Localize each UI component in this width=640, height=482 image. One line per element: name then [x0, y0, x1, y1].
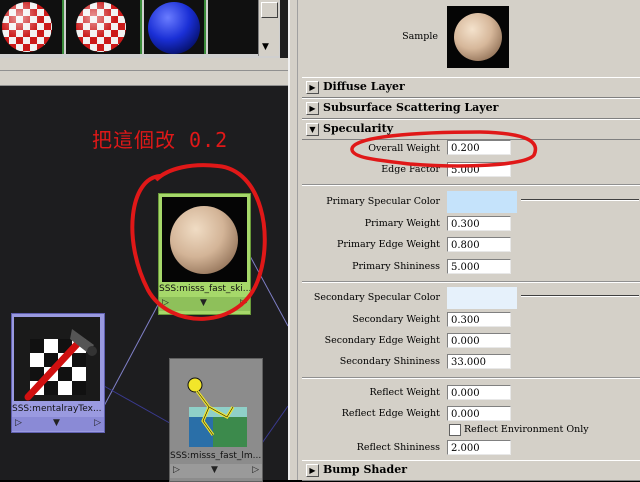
- sample-label: Sample: [402, 31, 438, 42]
- section-bump-shader[interactable]: ▶ Bump Shader: [302, 460, 640, 481]
- connection-line: [259, 405, 288, 447]
- attribute-editor: Sample ▶ Diffuse Layer ▶ Subsurface Scat…: [288, 0, 640, 481]
- connection-line: [249, 255, 288, 327]
- section-subsurface-layer[interactable]: ▶ Subsurface Scattering Layer: [302, 98, 640, 119]
- primary-shininess-label: Primary Shininess: [352, 261, 440, 272]
- output-port-icon[interactable]: ▷: [240, 298, 247, 308]
- expand-arrow-icon[interactable]: ▶: [306, 102, 319, 115]
- material-swatch[interactable]: [66, 0, 142, 54]
- primary-specular-color-slider[interactable]: [521, 199, 639, 201]
- node-label: SSS:mentalrayTex...: [12, 404, 102, 414]
- skin-preview: [162, 197, 247, 282]
- sample-swatch: [447, 6, 509, 68]
- reflect-weight-field[interactable]: 0.000: [447, 385, 511, 400]
- secondary-specular-color-swatch[interactable]: [447, 287, 517, 309]
- checker-ball-icon: [2, 2, 52, 52]
- sample-ball-icon: [454, 13, 502, 61]
- hypershade-panel: ▼ 把這個改 0.2 SSS:misss_fast_ski... ▷ ▼ ▷ S…: [0, 0, 288, 482]
- secondary-weight-label: Secondary Weight: [352, 314, 440, 325]
- expand-icon[interactable]: ▼: [211, 465, 218, 475]
- scroll-thumb[interactable]: [261, 2, 278, 18]
- collapse-arrow-icon[interactable]: ▼: [306, 123, 319, 136]
- material-swatch-strip: ▼: [0, 0, 280, 58]
- skin-ball-icon: [170, 206, 238, 274]
- node-port-bar[interactable]: ▷ ▼ ▷: [170, 464, 262, 478]
- divider: [302, 377, 640, 379]
- mentalray-texture-node[interactable]: SSS:mentalrayTex... ▷ ▼ ▷: [11, 313, 105, 433]
- overall-weight-field[interactable]: 0.200: [447, 140, 511, 155]
- edge-factor-label: Edge Factor: [381, 164, 440, 175]
- scroll-down-icon[interactable]: ▼: [262, 42, 269, 52]
- section-title: Bump Shader: [323, 463, 408, 476]
- sss-skin-node[interactable]: SSS:misss_fast_ski... ▷ ▼ ▷: [158, 193, 251, 315]
- secondary-edge-weight-label: Secondary Edge Weight: [324, 335, 440, 346]
- divider: [302, 281, 640, 283]
- secondary-specular-color-slider[interactable]: [521, 295, 639, 297]
- secondary-shininess-field[interactable]: 33.000: [447, 354, 511, 369]
- input-port-icon[interactable]: ▷: [15, 418, 22, 428]
- sss-lightmap-node[interactable]: SSS:misss_fast_lm... ▷ ▼ ▷: [169, 358, 263, 482]
- node-label: SSS:misss_fast_ski...: [159, 284, 250, 294]
- input-port-icon[interactable]: ▷: [173, 465, 180, 475]
- section-diffuse-layer[interactable]: ▶ Diffuse Layer: [302, 77, 640, 98]
- checker-brush-icon: [24, 329, 97, 401]
- reflect-environment-only-checkbox[interactable]: [449, 424, 461, 436]
- section-title: Subsurface Scattering Layer: [323, 101, 499, 114]
- section-specularity[interactable]: ▼ Specularity: [302, 119, 640, 140]
- secondary-weight-field[interactable]: 0.300: [447, 312, 511, 327]
- section-title: Diffuse Layer: [323, 80, 405, 93]
- reflect-shininess-label: Reflect Shininess: [356, 442, 440, 453]
- input-port-icon[interactable]: ▷: [162, 298, 169, 308]
- blue-ball-icon: [148, 2, 200, 54]
- reflect-shininess-field[interactable]: 2.000: [447, 440, 511, 455]
- tab-separator: [0, 70, 288, 86]
- node-port-bar[interactable]: ▷ ▼ ▷: [159, 297, 250, 311]
- output-port-icon[interactable]: ▷: [94, 418, 101, 428]
- node-label: SSS:misss_fast_lm...: [170, 451, 262, 461]
- output-port-icon[interactable]: ▷: [252, 465, 259, 475]
- expand-icon[interactable]: ▼: [53, 418, 60, 428]
- overall-weight-label: Overall Weight: [368, 143, 440, 154]
- divider: [302, 184, 640, 186]
- node-port-bar[interactable]: ▷ ▼ ▷: [12, 417, 104, 431]
- reflect-environment-only-label: Reflect Environment Only: [464, 424, 589, 435]
- lightmap-icon: [187, 377, 247, 447]
- reflect-edge-weight-label: Reflect Edge Weight: [341, 408, 440, 419]
- secondary-specular-color-label: Secondary Specular Color: [313, 292, 440, 303]
- primary-specular-color-swatch[interactable]: [447, 191, 517, 213]
- section-title: Specularity: [323, 122, 394, 135]
- primary-edge-weight-field[interactable]: 0.800: [447, 237, 511, 252]
- secondary-shininess-label: Secondary Shininess: [339, 356, 440, 367]
- material-swatch[interactable]: [144, 0, 206, 54]
- primary-weight-field[interactable]: 0.300: [447, 216, 511, 231]
- checker-ball-icon: [76, 2, 126, 52]
- lightmap-preview: [173, 361, 259, 449]
- edge-factor-field[interactable]: 5.000: [447, 162, 511, 177]
- swatch-scrollbar[interactable]: ▼: [258, 0, 279, 56]
- connection-line: [103, 385, 176, 427]
- reflect-edge-weight-field[interactable]: 0.000: [447, 406, 511, 421]
- expand-arrow-icon[interactable]: ▶: [306, 464, 319, 477]
- primary-specular-color-label: Primary Specular Color: [326, 196, 440, 207]
- material-swatch[interactable]: [0, 0, 64, 54]
- divider: [0, 58, 288, 70]
- primary-shininess-field[interactable]: 5.000: [447, 259, 511, 274]
- primary-weight-label: Primary Weight: [364, 218, 440, 229]
- texture-preview: [14, 317, 100, 401]
- expand-icon[interactable]: ▼: [200, 298, 207, 308]
- primary-edge-weight-label: Primary Edge Weight: [337, 239, 440, 250]
- reflect-weight-label: Reflect Weight: [369, 387, 440, 398]
- expand-arrow-icon[interactable]: ▶: [306, 81, 319, 94]
- annotation-note: 把這個改 0.2: [92, 128, 229, 152]
- secondary-edge-weight-field[interactable]: 0.000: [447, 333, 511, 348]
- material-swatch[interactable]: [208, 0, 258, 54]
